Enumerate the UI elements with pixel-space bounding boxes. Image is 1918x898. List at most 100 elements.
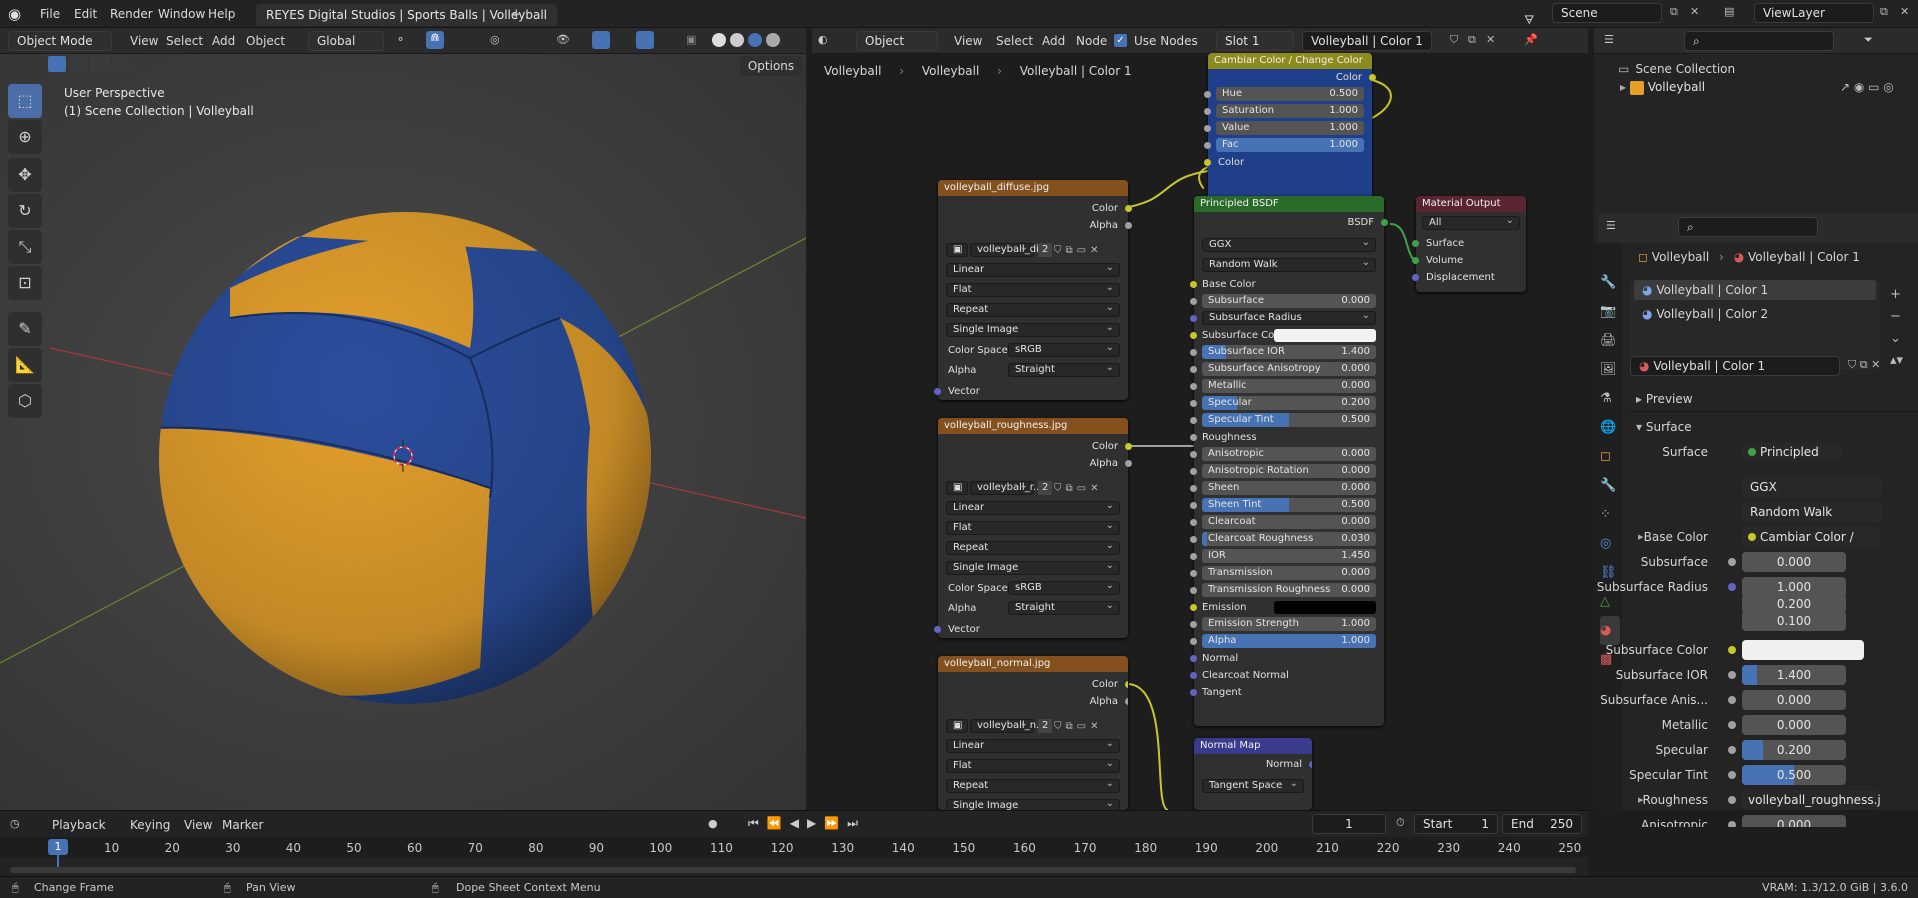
material-datablock-actions-icon[interactable]: ⛉ ⧉ ✕ bbox=[1848, 358, 1880, 372]
blender-logo-icon[interactable]: ◉ bbox=[8, 5, 26, 23]
subsurface-ior-field[interactable]: 1.400 bbox=[1742, 665, 1846, 685]
image-actions-icon[interactable]: ⛉⧉▭✕ bbox=[1054, 718, 1102, 735]
menu-file[interactable]: File bbox=[32, 4, 68, 24]
prop-distribution-dropdown[interactable]: GGX bbox=[1742, 477, 1882, 497]
viewlayer-icon[interactable]: ▤ bbox=[1724, 5, 1734, 18]
alpha-mode-dropdown[interactable]: Straight bbox=[1008, 362, 1120, 377]
world-tab-icon[interactable]: 🌐 bbox=[1600, 413, 1622, 442]
tex-roughness-title[interactable]: volleyball_roughness.jpg bbox=[938, 418, 1128, 434]
hue-slider[interactable]: Hue 0.500 bbox=[1216, 87, 1364, 101]
tex-normal-image[interactable]: volleyball_n... bbox=[970, 718, 1046, 733]
bsdf-slider[interactable]: Subsurface Anisotropy 0.000 bbox=[1202, 362, 1376, 376]
bsdf-subsurface-radius-dropdown[interactable]: Subsurface Radius bbox=[1202, 310, 1376, 325]
extension-dropdown[interactable]: Repeat bbox=[946, 778, 1120, 793]
stopwatch-icon[interactable]: ⏱ bbox=[1396, 816, 1405, 830]
tl-menu-keying[interactable]: Keying bbox=[124, 815, 176, 835]
hue-node-title[interactable]: Cambiar Color / Change Color bbox=[1208, 53, 1372, 69]
bsdf-slider[interactable]: Specular 0.200 bbox=[1202, 396, 1376, 410]
value-slider[interactable]: Value 1.000 bbox=[1216, 121, 1364, 135]
3d-viewport[interactable]: Object Mode View Select Add Object Globa… bbox=[0, 28, 806, 810]
texture-node-normal[interactable]: volleyball_normal.jpg Color Alpha ▣volle… bbox=[938, 656, 1128, 810]
material-tab-icon[interactable]: ◕ bbox=[1600, 616, 1620, 645]
normal-space-dropdown[interactable]: Tangent Space bbox=[1202, 778, 1304, 793]
bsdf-slider[interactable]: Specular Tint 0.500 bbox=[1202, 413, 1376, 427]
record-icon[interactable]: ● bbox=[708, 817, 718, 830]
color-space-dropdown[interactable]: sRGB bbox=[1008, 342, 1120, 357]
delete-scene-icon[interactable]: ✕ bbox=[1690, 5, 1699, 18]
subsurface-field[interactable]: 0.000 bbox=[1742, 552, 1846, 572]
bsdf-slider[interactable]: Emission Strength 1.000 bbox=[1202, 617, 1376, 631]
normal-map-node[interactable]: Normal Map Normal Tangent Space bbox=[1194, 738, 1312, 810]
subsurface-color-swatch[interactable] bbox=[1742, 640, 1864, 660]
interpolation-dropdown[interactable]: Linear bbox=[946, 262, 1120, 277]
object-tab-icon[interactable]: ◻ bbox=[1600, 442, 1622, 471]
color-space-dropdown[interactable]: sRGB bbox=[1008, 580, 1120, 595]
metallic-field[interactable]: 0.000 bbox=[1742, 715, 1846, 735]
source-dropdown[interactable]: Single Image bbox=[946, 560, 1120, 575]
node-editor[interactable]: ◐ Object View Select Add Node ✓ Use Node… bbox=[812, 28, 1588, 810]
new-scene-icon[interactable]: ⧉ bbox=[1670, 5, 1678, 19]
viewlayer-field[interactable]: ViewLayer bbox=[1754, 3, 1874, 23]
slot-item-2[interactable]: ◕ Volleyball | Color 2 bbox=[1634, 304, 1876, 324]
image-actions-icon[interactable]: ⛉⧉▭✕ bbox=[1054, 480, 1102, 497]
slot-item-1[interactable]: ◕ Volleyball | Color 1 bbox=[1634, 280, 1876, 300]
outliner-volleyball-row[interactable]: ▸ Volleyball ↗ ◉ ▭ ◎ bbox=[1620, 80, 1910, 95]
alpha-mode-dropdown[interactable]: Straight bbox=[1008, 600, 1120, 615]
remove-slot-icon[interactable]: − bbox=[1890, 306, 1903, 328]
tl-menu-view[interactable]: View bbox=[178, 815, 218, 835]
bsdf-title[interactable]: Principled BSDF bbox=[1194, 196, 1384, 212]
image-browse-icon[interactable]: ▣ bbox=[946, 718, 968, 733]
surface-shader-field[interactable]: Principled BSDF bbox=[1742, 442, 1842, 462]
prop-sss-method-dropdown[interactable]: Random Walk bbox=[1742, 502, 1882, 522]
bsdf-slider[interactable]: Anisotropic Rotation 0.000 bbox=[1202, 464, 1376, 478]
bsdf-color-swatch[interactable] bbox=[1274, 329, 1376, 342]
bsdf-slider[interactable]: Alpha 1.000 bbox=[1202, 634, 1376, 648]
texture-node-diffuse[interactable]: volleyball_diffuse.jpg Color Alpha ▣voll… bbox=[934, 180, 1132, 400]
modifier-tab-icon[interactable]: 🔧 bbox=[1600, 471, 1622, 500]
principled-bsdf-node[interactable]: Principled BSDF BSDF GGX Random Walk Bas… bbox=[1190, 196, 1388, 726]
tex-normal-title[interactable]: volleyball_normal.jpg bbox=[938, 656, 1128, 672]
normal-map-title[interactable]: Normal Map bbox=[1194, 738, 1312, 754]
image-browse-icon[interactable]: ▣ bbox=[946, 242, 968, 257]
timeline[interactable]: ◷ Playback Keying View Marker ● ⏮⏪◀▶⏩⏭ 1… bbox=[0, 810, 1588, 876]
physics-tab-icon[interactable]: ◎ bbox=[1600, 529, 1622, 558]
output-target-dropdown[interactable]: All bbox=[1422, 215, 1520, 230]
tex-diffuse-title[interactable]: volleyball_diffuse.jpg bbox=[938, 180, 1128, 196]
anisotropic-field[interactable]: 0.000 bbox=[1742, 815, 1846, 827]
add-workspace-icon[interactable]: + bbox=[510, 5, 523, 23]
scene-tab-icon[interactable]: ⚗ bbox=[1600, 384, 1622, 413]
filter-icon[interactable]: ⏷ bbox=[1864, 33, 1873, 47]
sss-method-dropdown[interactable]: Random Walk bbox=[1202, 257, 1376, 272]
scene-field[interactable]: Scene bbox=[1552, 3, 1662, 23]
saturation-slider[interactable]: Saturation 1.000 bbox=[1216, 104, 1364, 118]
playhead[interactable]: 1 bbox=[48, 839, 68, 855]
output-tab-icon[interactable]: 🖨 bbox=[1600, 326, 1622, 355]
source-dropdown[interactable]: Single Image bbox=[946, 798, 1120, 810]
properties-editor-icon[interactable]: ☰ bbox=[1606, 219, 1616, 232]
bsdf-slider[interactable]: Clearcoat Roughness 0.030 bbox=[1202, 532, 1376, 546]
bsdf-slider[interactable]: Sheen Tint 0.500 bbox=[1202, 498, 1376, 512]
properties-search[interactable]: ⌕ bbox=[1678, 217, 1818, 237]
tool-tab-icon[interactable]: 🔧 bbox=[1600, 268, 1622, 297]
render-tab-icon[interactable]: 📷 bbox=[1600, 297, 1622, 326]
menu-edit[interactable]: Edit bbox=[66, 4, 105, 24]
extension-dropdown[interactable]: Repeat bbox=[946, 302, 1120, 317]
particles-tab-icon[interactable]: ⁘ bbox=[1600, 500, 1622, 529]
new-viewlayer-icon[interactable]: ⧉ bbox=[1880, 5, 1888, 19]
projection-dropdown[interactable]: Flat bbox=[946, 282, 1120, 297]
distribution-dropdown[interactable]: GGX bbox=[1202, 237, 1376, 252]
projection-dropdown[interactable]: Flat bbox=[946, 520, 1120, 535]
outliner-editor-icon[interactable]: ☰ bbox=[1604, 33, 1614, 46]
outliner-root[interactable]: ▭ Scene Collection bbox=[1618, 62, 1735, 76]
specular-field[interactable]: 0.200 bbox=[1742, 740, 1846, 760]
material-output-node[interactable]: Material Output All Surface Volume Displ… bbox=[1412, 196, 1526, 292]
material-datablock-field[interactable]: ◕ Volleyball | Color 1 bbox=[1630, 356, 1840, 376]
interpolation-dropdown[interactable]: Linear bbox=[946, 738, 1120, 753]
bsdf-slider[interactable]: Sheen 0.000 bbox=[1202, 481, 1376, 495]
view-layer-tab-icon[interactable]: 🖼 bbox=[1600, 355, 1622, 384]
texture-node-roughness[interactable]: volleyball_roughness.jpg Color Alpha ▣vo… bbox=[934, 418, 1132, 638]
bsdf-slider[interactable]: IOR 1.450 bbox=[1202, 549, 1376, 563]
delete-viewlayer-icon[interactable]: ✕ bbox=[1900, 5, 1909, 18]
image-actions-icon[interactable]: ⛉⧉▭✕ bbox=[1054, 242, 1102, 259]
preview-panel[interactable]: ▸ Preview bbox=[1628, 386, 1918, 412]
